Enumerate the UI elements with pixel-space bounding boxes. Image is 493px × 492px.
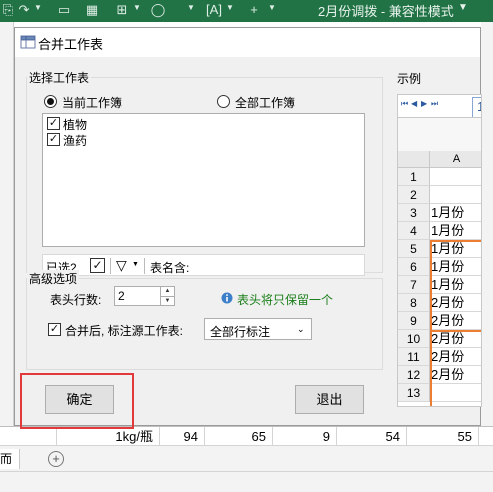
grid-icon[interactable]: ⊞ bbox=[114, 2, 130, 18]
sheet-cell[interactable]: 1kg/瓶 bbox=[57, 427, 160, 446]
customize-qat-icon[interactable]: ▼ bbox=[268, 3, 276, 12]
excel-title-bar: ⎘ ↷ ▼ ▭ ▦ ⊞ ▼ ◯ ▼ [A] ▼ + ▼ 2月份调拨 - 兼容性模… bbox=[0, 0, 493, 22]
preview-row-header: 8 bbox=[398, 294, 430, 312]
preview-row-header: 4 bbox=[398, 222, 430, 240]
preview-row-header: 9 bbox=[398, 312, 430, 330]
select-all-checkbox[interactable]: ✓ bbox=[90, 258, 105, 273]
next-sheet-icon: ▶ bbox=[421, 99, 428, 108]
preview-row-header: 1 bbox=[398, 168, 430, 186]
filter-dropdown-icon[interactable]: ▼ bbox=[132, 261, 139, 268]
background-sheet-right bbox=[481, 22, 493, 426]
preview-row-header: 10 bbox=[398, 330, 430, 348]
mark-source-label[interactable]: 合并后, 标注源工作表: bbox=[65, 322, 183, 339]
table-icon[interactable]: ▦ bbox=[84, 2, 100, 18]
mark-source-checkbox[interactable]: ✓ bbox=[48, 323, 61, 336]
header-rows-stepper[interactable]: 2 ▲ ▼ bbox=[114, 286, 175, 306]
preview-cell bbox=[430, 186, 481, 204]
radio-all-workbooks[interactable] bbox=[217, 95, 230, 108]
selection-toolbar: 已选2 ✓ ▽ ▼ 表名含: bbox=[42, 254, 365, 276]
background-sheet-left bbox=[0, 22, 14, 426]
status-bar bbox=[0, 472, 493, 492]
chevron-down-icon[interactable]: ▼ bbox=[133, 3, 141, 12]
mark-source-select[interactable]: 全部行标注 ⌄ bbox=[204, 318, 312, 340]
preview-row-header: 13 bbox=[398, 384, 430, 402]
chevron-down-icon[interactable]: ▼ bbox=[226, 3, 234, 12]
format-icon[interactable]: [A] bbox=[206, 2, 222, 18]
window-title: 2月份调拨 - 兼容性模式 bbox=[318, 4, 454, 19]
sheet-cell[interactable]: 55 bbox=[407, 427, 479, 446]
last-sheet-icon: ⏭ bbox=[431, 99, 439, 108]
preview-row-header: 6 bbox=[398, 258, 430, 276]
sheet-checkbox-fishmed[interactable]: ✓ bbox=[47, 133, 60, 146]
select-sheets-group-title: 选择工作表 bbox=[27, 69, 92, 86]
preview-row-header: 11 bbox=[398, 348, 430, 366]
filter-icon[interactable]: ▽ bbox=[116, 257, 127, 274]
background-sheet-row: 1kg/瓶 94 65 9 54 55 bbox=[0, 426, 493, 446]
sheet-tab[interactable]: 而 bbox=[0, 449, 20, 469]
sheet-list[interactable]: ✓ 植物 ✓ 渔药 bbox=[42, 113, 365, 247]
chevron-down-icon[interactable]: ▼ bbox=[187, 3, 195, 12]
radio-current-workbook-label[interactable]: 当前工作簿 bbox=[62, 94, 122, 111]
stepper-down-icon[interactable]: ▼ bbox=[160, 296, 174, 305]
header-tip: 表头将只保留一个 bbox=[237, 293, 334, 307]
sheet-name-label: 表名含: bbox=[150, 261, 190, 275]
preview-highlight-february bbox=[430, 330, 481, 406]
preview-title: 示例 bbox=[397, 72, 422, 86]
mark-source-value[interactable]: 全部行标注 bbox=[210, 323, 270, 340]
sheet-cell[interactable] bbox=[0, 427, 57, 446]
preview-sheet-nav: ⏮ ◀ ▶ ⏭ 1月份 bbox=[398, 95, 481, 117]
sheet-item-label[interactable]: 渔药 bbox=[63, 132, 87, 149]
sheet-cell[interactable]: 9 bbox=[273, 427, 337, 446]
info-icon bbox=[221, 292, 233, 304]
stepper-up-icon[interactable]: ▲ bbox=[160, 287, 174, 296]
dialog-title: 合并工作表 bbox=[38, 37, 104, 52]
sheet-cell[interactable]: 54 bbox=[337, 427, 407, 446]
merge-sheets-dialog: 合并工作表 选择工作表 当前工作簿 全部工作簿 ✓ 植物 ✓ 渔药 已选2 ✓ … bbox=[14, 27, 482, 426]
sheet-checkbox-plants[interactable]: ✓ bbox=[47, 117, 60, 130]
preview-corner bbox=[398, 151, 430, 168]
app-icon bbox=[20, 35, 36, 49]
file-icon[interactable]: ▭ bbox=[56, 2, 72, 18]
first-sheet-icon: ⏮ bbox=[401, 99, 409, 108]
title-dropdown-icon[interactable]: ▼ bbox=[458, 2, 468, 13]
add-icon[interactable]: + bbox=[246, 2, 262, 18]
radio-current-workbook[interactable] bbox=[44, 95, 57, 108]
dialog-title-bar: 合并工作表 bbox=[15, 28, 480, 57]
add-sheet-icon[interactable]: + bbox=[48, 451, 64, 467]
preview-row-header: 7 bbox=[398, 276, 430, 294]
save-icon[interactable]: ⎘ bbox=[0, 2, 16, 18]
sheet-cell[interactable]: 65 bbox=[205, 427, 273, 446]
redo-icon[interactable]: ↷ bbox=[16, 2, 32, 18]
preview-col-header: A bbox=[430, 151, 481, 168]
preview-row-header: 12 bbox=[398, 366, 430, 384]
separator bbox=[144, 258, 145, 274]
sheet-tab-bar: 而 + bbox=[0, 446, 493, 472]
chevron-down-icon[interactable]: ⌄ bbox=[297, 324, 305, 335]
preview-spacer bbox=[398, 118, 481, 152]
preview-row-header: 5 bbox=[398, 240, 430, 258]
radio-all-workbooks-label[interactable]: 全部工作簿 bbox=[235, 94, 295, 111]
circle-icon[interactable]: ◯ bbox=[150, 2, 166, 18]
chevron-down-icon[interactable]: ▼ bbox=[34, 3, 42, 12]
header-rows-value[interactable]: 2 bbox=[118, 289, 125, 303]
preview-row-header: 3 bbox=[398, 204, 430, 222]
sheet-item-label[interactable]: 植物 bbox=[63, 116, 87, 133]
exit-button[interactable]: 退出 bbox=[295, 385, 364, 414]
prev-sheet-icon: ◀ bbox=[411, 99, 418, 108]
ok-button-highlight bbox=[20, 373, 134, 429]
preview-panel: ⏮ ◀ ▶ ⏭ 1月份 A 12次31月份茎41月份西51月份芝61月份这71月… bbox=[397, 94, 482, 407]
sheet-cell[interactable]: 94 bbox=[160, 427, 205, 446]
preview-cell bbox=[430, 168, 481, 186]
preview-cell: 1月份 bbox=[430, 204, 481, 222]
preview-row-header: 2 bbox=[398, 186, 430, 204]
separator bbox=[110, 258, 111, 274]
sheet-name-input[interactable] bbox=[203, 257, 245, 274]
preview-sheet-tab: 1月份 bbox=[472, 97, 481, 117]
header-rows-label: 表头行数: bbox=[50, 293, 102, 307]
preview-highlight-january bbox=[430, 240, 481, 332]
preview-cell: 1月份 bbox=[430, 222, 481, 240]
advanced-options-title: 高级选项 bbox=[27, 270, 80, 287]
